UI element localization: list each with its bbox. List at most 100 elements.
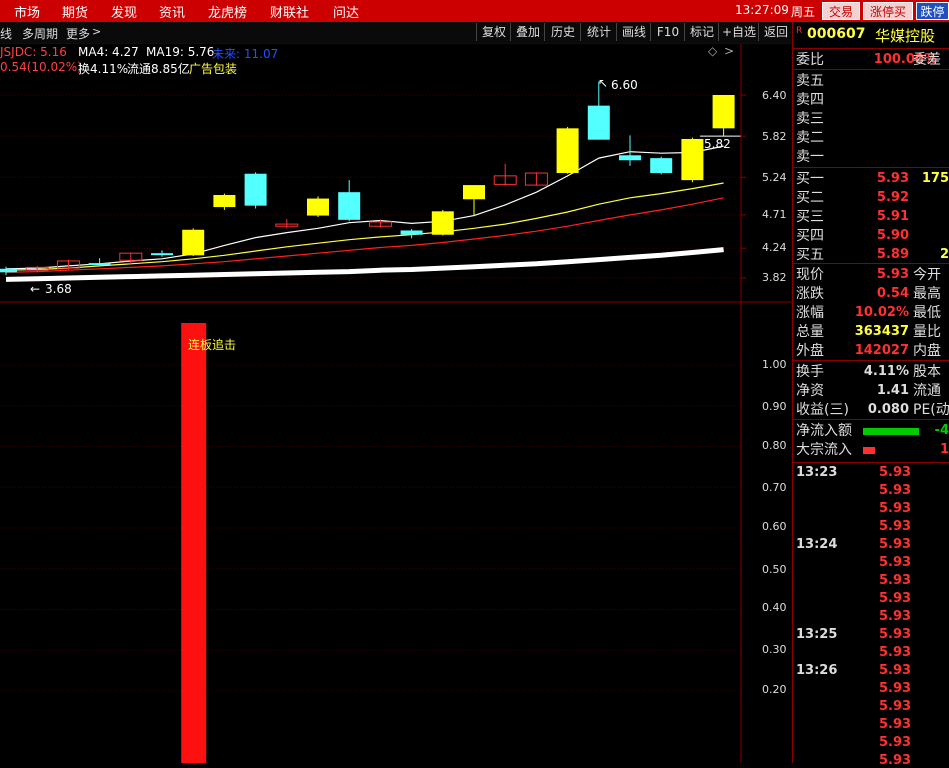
r-badge: R <box>796 26 803 36</box>
limit-up-buy-button[interactable]: 涨停买 <box>863 2 913 20</box>
draw-line-button[interactable]: 画线 <box>616 23 651 41</box>
buy-level-volume <box>911 189 949 207</box>
tick-price: 5.93 <box>879 483 912 498</box>
stat-value: 142027 <box>854 343 909 358</box>
toolbar-more[interactable]: 更多 <box>66 25 90 42</box>
price-tick: 3.82 <box>762 271 787 284</box>
ma-white-line <box>5 145 724 270</box>
price-tick: 4.71 <box>762 208 787 221</box>
tick-price: 5.93 <box>879 573 912 588</box>
signal-label: 连板追击 <box>188 338 237 352</box>
chevron-right-icon[interactable]: > <box>92 25 101 38</box>
chart-toolbar: 线 多周期 更多 > 复权 叠加 历史 统计 画线 F10 标记 +自选 返回 <box>0 22 792 44</box>
stat-value: 363437 <box>854 324 909 339</box>
volume-tick: 0.50 <box>762 563 787 576</box>
tick-price: 5.93 <box>879 753 912 768</box>
flow-label: 大宗流入 <box>796 442 852 458</box>
stat-value: 10.02% <box>854 305 909 320</box>
toolbar-multi-period[interactable]: 多周期 <box>22 25 58 42</box>
price-tick: 4.24 <box>762 241 787 254</box>
stat-value: 0.54 <box>876 286 909 301</box>
candle-body <box>0 268 17 273</box>
buy-level-label: 买四 <box>796 228 824 244</box>
menu-discover[interactable]: 发现 <box>111 2 137 21</box>
tick-price: 5.93 <box>879 465 912 480</box>
stat-label-right: 量比 <box>913 324 941 340</box>
volume-tick: 0.90 <box>762 400 787 413</box>
weicha-label: 委差 <box>913 52 941 68</box>
stats-button[interactable]: 统计 <box>580 23 617 41</box>
tick-price: 5.93 <box>879 609 912 624</box>
flow-value: 1 <box>939 442 949 457</box>
tick-price: 5.93 <box>879 501 912 516</box>
buy-level-volume <box>911 208 949 226</box>
mark-button[interactable]: 标记 <box>684 23 719 41</box>
stat-label: 涨幅 <box>796 305 824 321</box>
annot-low: 3.68 <box>45 282 72 296</box>
weekday: 周五 <box>791 5 816 19</box>
price-tick: 6.40 <box>762 89 787 102</box>
tick-price: 5.93 <box>879 735 912 750</box>
tick-price: 5.93 <box>879 591 912 606</box>
f10-button[interactable]: F10 <box>650 23 685 41</box>
candle-body <box>712 95 735 129</box>
tick-price: 5.93 <box>879 663 912 678</box>
candle-body <box>619 155 641 161</box>
buy-level-price: 5.93 <box>876 171 909 186</box>
clock: 13:27:09 <box>735 3 789 17</box>
stat-label-right: 最低 <box>913 305 941 321</box>
buy-level-label: 买三 <box>796 209 824 225</box>
stat-label-right: 内盘 <box>913 343 941 359</box>
menu-news[interactable]: 资讯 <box>159 2 185 21</box>
candle-body <box>587 105 610 140</box>
candle-body <box>400 230 423 235</box>
weibi-label: 委比 <box>796 52 824 68</box>
candle-body <box>213 195 236 208</box>
trade-button[interactable]: 交易 <box>822 2 860 20</box>
stat-label-right: 最高 <box>913 286 941 302</box>
menu-futures[interactable]: 期货 <box>62 2 88 21</box>
stat-label: 现价 <box>796 267 824 283</box>
candle-body <box>182 229 205 256</box>
flow-bar <box>863 428 919 435</box>
flow-value: -4 <box>934 423 949 438</box>
kline-chart[interactable] <box>0 44 792 763</box>
annot-low-arrow: ← <box>30 282 41 296</box>
tick-price: 5.93 <box>879 627 912 642</box>
volume-tick: 0.70 <box>762 481 787 494</box>
overlay-button[interactable]: 叠加 <box>510 23 545 41</box>
fuquan-button[interactable]: 复权 <box>476 23 511 41</box>
volume-tick: 0.30 <box>762 643 787 656</box>
menu-cls[interactable]: 财联社 <box>270 2 309 21</box>
add-watchlist-button[interactable]: +自选 <box>718 23 759 41</box>
flow-label: 净流入额 <box>796 423 852 439</box>
toolbar-line[interactable]: 线 <box>0 25 12 42</box>
candle-body <box>431 211 454 235</box>
ma-red-line <box>5 197 724 273</box>
price-tick: 5.24 <box>762 171 787 184</box>
stat-value: 5.93 <box>876 267 909 282</box>
buy-level-price: 5.91 <box>876 209 909 224</box>
stat-label: 涨跌 <box>796 286 824 302</box>
history-button[interactable]: 历史 <box>544 23 581 41</box>
buy-level-price: 5.92 <box>876 190 909 205</box>
menu-wenda[interactable]: 问达 <box>333 2 359 21</box>
sell-level-label: 卖四 <box>796 92 824 108</box>
stock-code[interactable]: 000607 <box>807 26 865 42</box>
menu-dragon-tiger[interactable]: 龙虎榜 <box>208 2 247 21</box>
tick-price: 5.93 <box>879 537 912 552</box>
back-button[interactable]: 返回 <box>758 23 793 41</box>
menu-market[interactable]: 市场 <box>14 2 40 21</box>
quote-panel: R 000607 华媒控股 委比 100.00% 委差 卖五 卖四 卖三 卖二 卖一 买… <box>792 22 949 768</box>
candle-body <box>244 173 267 206</box>
buy-level-volume <box>911 227 949 245</box>
sell-level-label: 卖一 <box>796 149 824 165</box>
price-tick: 5.82 <box>762 130 787 143</box>
limit-down-button[interactable]: 跌停 <box>916 2 949 20</box>
volume-tick: 0.80 <box>762 439 787 452</box>
tick-time: 13:24 <box>796 537 838 552</box>
stock-name[interactable]: 华媒控股 <box>875 25 935 46</box>
volume-tick: 0.60 <box>762 520 787 533</box>
tick-time: 13:23 <box>796 465 838 480</box>
signal-bar <box>181 323 207 763</box>
